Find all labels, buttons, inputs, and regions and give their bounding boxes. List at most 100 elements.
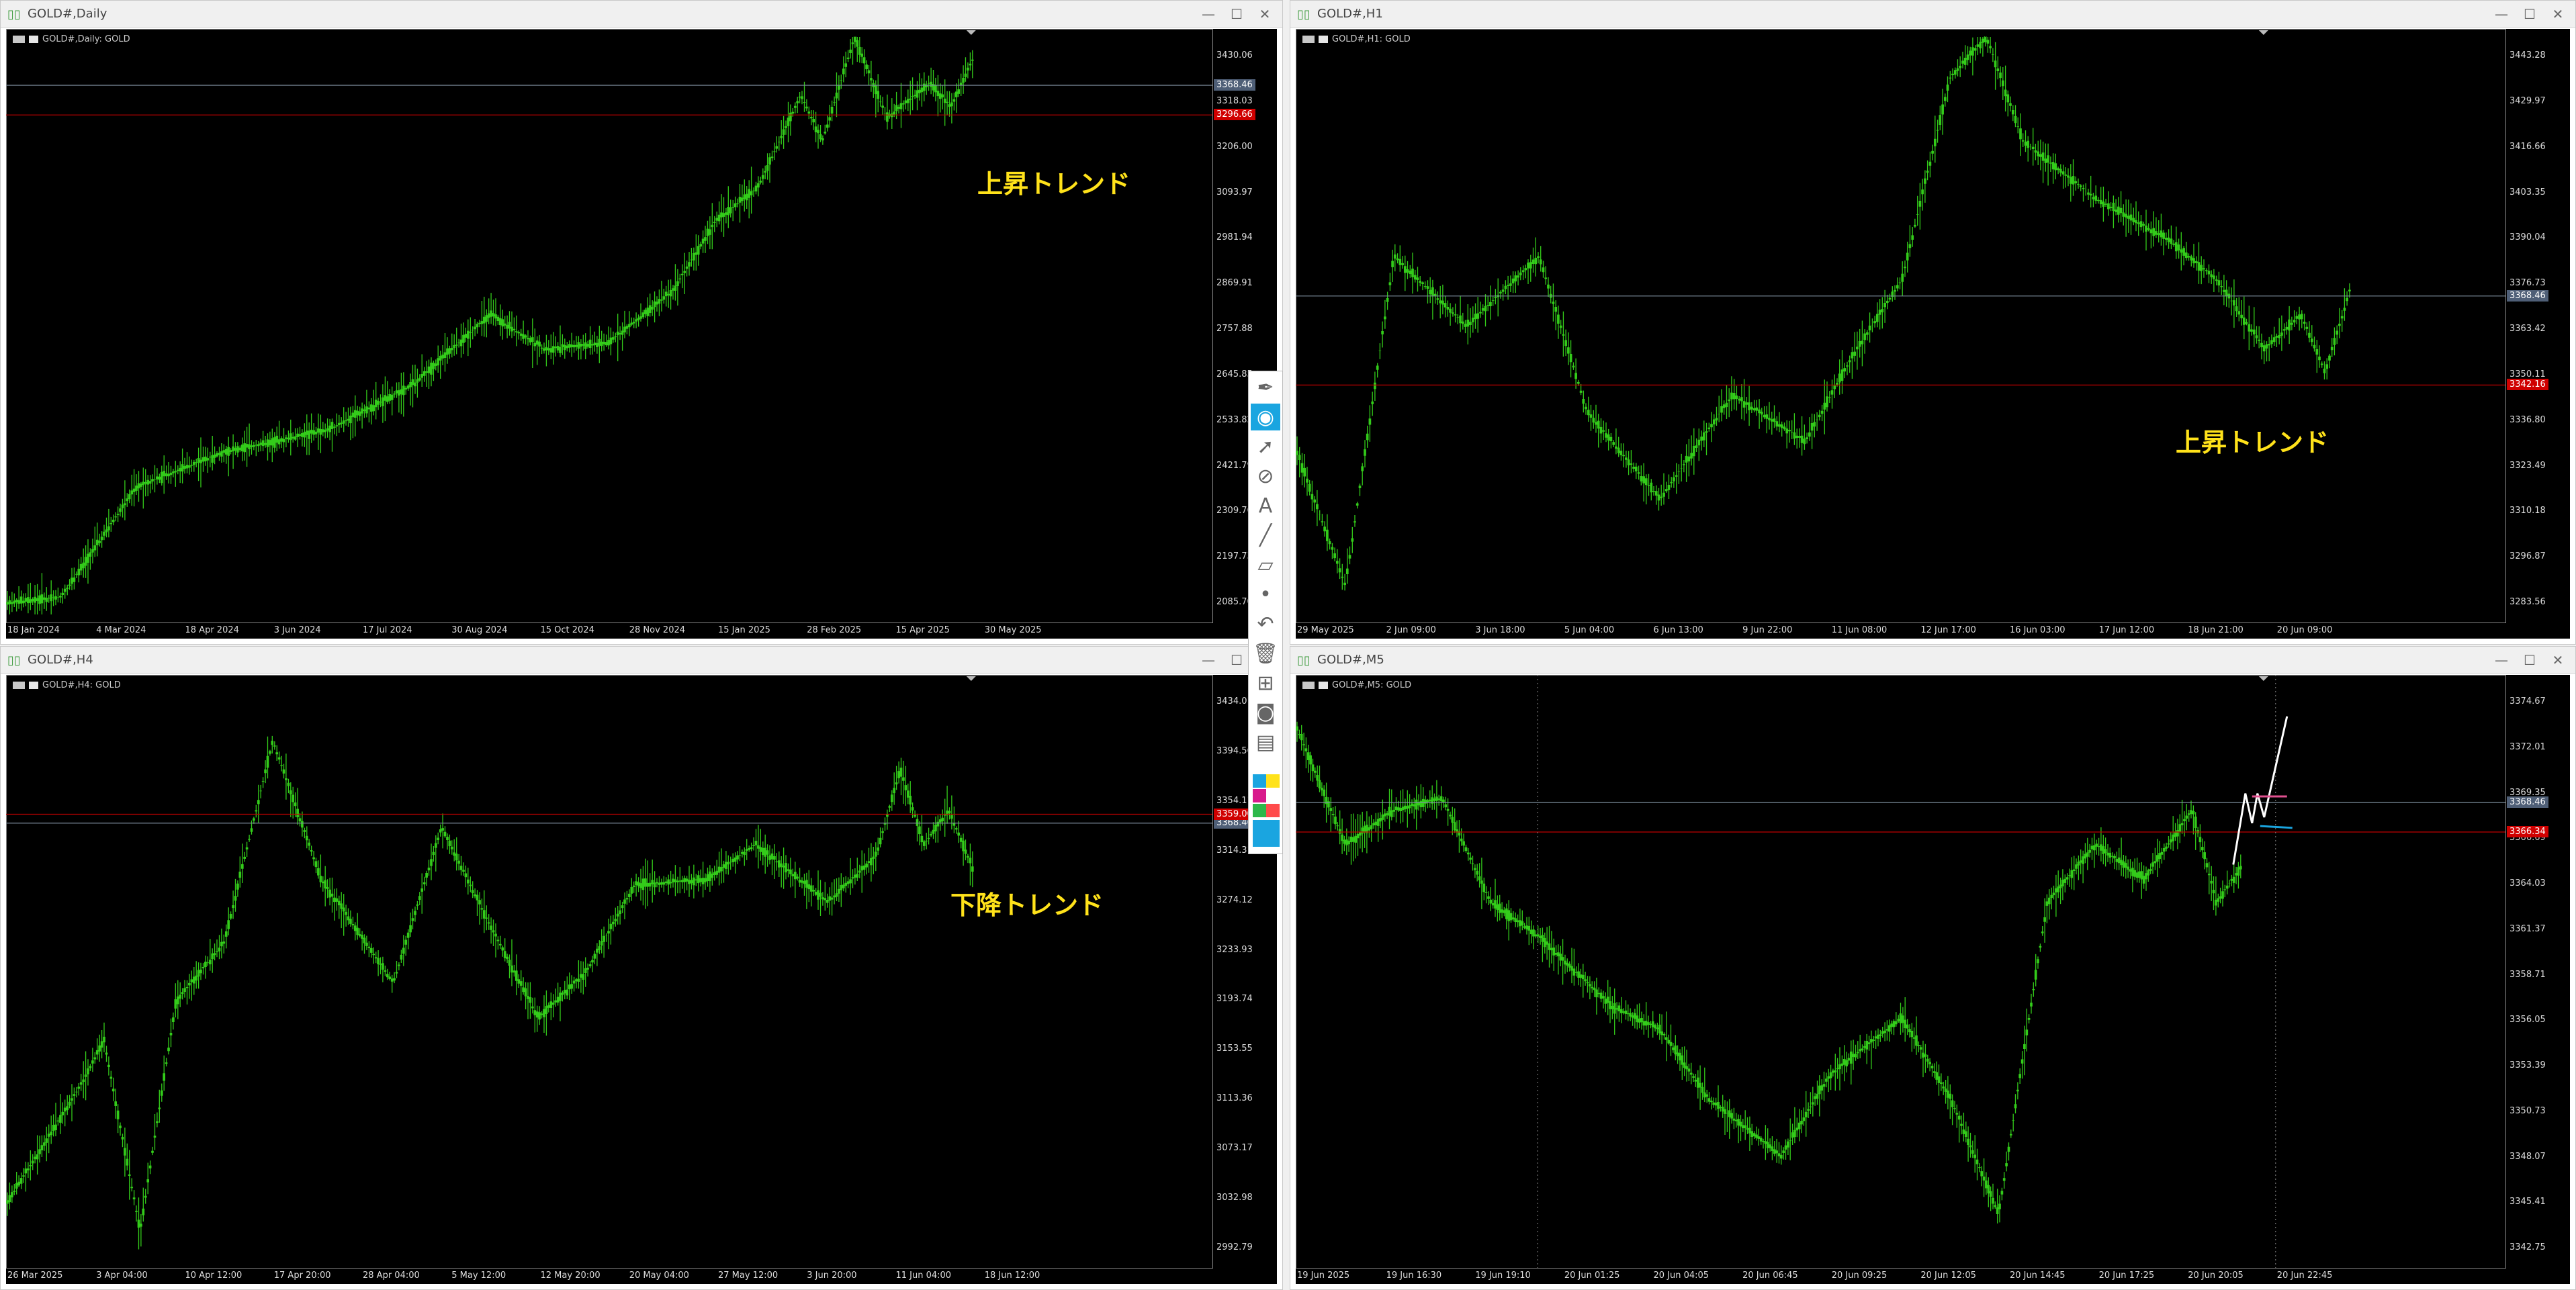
drawn-projection-line[interactable]: [2232, 716, 2289, 865]
eraser-icon[interactable]: ⊘: [1251, 463, 1280, 490]
color-swatch[interactable]: [1266, 774, 1280, 788]
trash-icon[interactable]: 🗑: [1251, 640, 1280, 667]
x-axis-tick-label: 11 Jun 08:00: [1831, 625, 1887, 635]
camera-icon[interactable]: ◙: [1251, 699, 1280, 726]
x-axis-tick-label: 20 Jun 06:45: [1742, 1271, 1798, 1281]
arrow-select-icon[interactable]: ➚: [1251, 433, 1280, 460]
drawn-blue-line[interactable]: [2260, 825, 2293, 829]
minimize-button[interactable]: —: [1195, 651, 1222, 670]
plot-border: [6, 675, 1213, 1269]
chart-shift-marker[interactable]: [966, 30, 976, 35]
window-title: GOLD#,M5: [1317, 653, 1384, 667]
indicator-icon: [29, 36, 38, 43]
chart-window-m5[interactable]: ▯▯ GOLD#,M5 — ☐ ✕ GOLD#,M5: GOLD 3374.67…: [1290, 646, 2576, 1290]
x-axis-tick-label: 16 Jun 03:00: [2009, 625, 2066, 635]
close-button[interactable]: ✕: [2544, 651, 2571, 670]
chart-window-icon: ▯▯: [7, 653, 21, 667]
color-swatch[interactable]: [1253, 774, 1266, 788]
eye-icon[interactable]: ◉: [1251, 404, 1280, 430]
candle-series: [1296, 36, 2351, 591]
y-axis-tick-label: 3374.67: [2510, 696, 2546, 706]
y-axis-tick-label: 3336.80: [2510, 414, 2546, 425]
y-axis-tick-label: 2421.79: [1216, 460, 1253, 471]
window-title: GOLD#,H1: [1317, 7, 1383, 21]
price-chart[interactable]: GOLD#,H1: GOLD 上昇トレンド 3443.28 3429.97 3416…: [1296, 29, 2570, 639]
close-button[interactable]: ✕: [1251, 5, 1278, 24]
maximize-button[interactable]: ☐: [2516, 5, 2543, 24]
color-swatch[interactable]: [1266, 804, 1280, 817]
maximize-button[interactable]: ☐: [1223, 5, 1250, 24]
chart-shift-marker[interactable]: [2258, 676, 2268, 681]
chart-window-h1[interactable]: ▯▯ GOLD#,H1 — ☐ ✕ GOLD#,H1: GOLD 上昇トレンド …: [1290, 0, 2576, 645]
clipboard-icon[interactable]: ▤: [1251, 729, 1280, 755]
window-titlebar[interactable]: ▯▯ GOLD#,M5 — ☐ ✕: [1290, 647, 2575, 674]
x-axis-tick-label: 20 Jun 22:45: [2276, 1271, 2333, 1281]
y-axis-tick-label: 3356.05: [2510, 1015, 2546, 1025]
level-price-badge: 3296.66: [1214, 109, 1255, 121]
dot-icon[interactable]: •: [1251, 581, 1280, 608]
pen-icon[interactable]: ✒: [1251, 374, 1280, 401]
x-axis-tick-label: 28 Apr 04:00: [363, 1271, 420, 1281]
chart-symbol-label: GOLD#,H1: GOLD: [1302, 34, 1411, 44]
chart-shift-marker[interactable]: [2258, 30, 2268, 35]
y-axis-tick-label: 3093.97: [1216, 187, 1253, 197]
stamp-icon[interactable]: ⊞: [1251, 670, 1280, 696]
color-swatch[interactable]: [1253, 789, 1266, 802]
line-icon[interactable]: ╱: [1251, 522, 1280, 549]
indicator-icon: [29, 682, 38, 689]
y-axis-tick-label: 3283.56: [2510, 597, 2546, 607]
y-axis-tick-label: 3358.71: [2510, 969, 2546, 980]
window-titlebar[interactable]: ▯▯ GOLD#,H1 — ☐ ✕: [1290, 1, 2575, 28]
y-axis-tick-label: 2981.94: [1216, 232, 1253, 243]
maximize-button[interactable]: ☐: [2516, 651, 2543, 670]
undo-icon[interactable]: ↶: [1251, 610, 1280, 637]
plot-border: [6, 29, 1213, 623]
minimize-button[interactable]: —: [1195, 5, 1222, 24]
chart-window-h4[interactable]: ▯▯ GOLD#,H4 — ☐ ✕ GOLD#,H4: GOLD 下降トレンド …: [0, 646, 1283, 1290]
maximize-button[interactable]: ☐: [1223, 651, 1250, 670]
close-button[interactable]: ✕: [2544, 5, 2571, 24]
y-axis-tick-label: 3206.00: [1216, 141, 1253, 152]
drawing-toolbar: ✒ ◉ ➚ ⊘ A ╱ ▱ • ↶ 🗑 ⊞ ◙ ▤: [1248, 371, 1283, 854]
y-axis-tick-label: 3032.98: [1216, 1193, 1253, 1203]
plot-border: [1296, 675, 2506, 1269]
x-axis-tick-label: 17 Jun 12:00: [2098, 625, 2155, 635]
x-axis-tick-label: 20 Jun 12:05: [1920, 1271, 1976, 1281]
x-axis-tick-label: 20 Jun 09:25: [1831, 1271, 1887, 1281]
x-axis-tick-label: 6 Jun 13:00: [1653, 625, 1703, 635]
candle-series: [6, 735, 974, 1250]
candle-series: [6, 36, 974, 614]
selected-color-swatch[interactable]: [1253, 820, 1280, 847]
minimize-button[interactable]: —: [2488, 651, 2515, 670]
y-axis-tick-label: 2757.88: [1216, 324, 1253, 334]
flag-icon: [13, 36, 25, 43]
x-axis-tick-label: 18 Jun 12:00: [984, 1271, 1040, 1281]
window-titlebar[interactable]: ▯▯ GOLD#,Daily — ☐ ✕: [1, 1, 1282, 28]
price-chart[interactable]: GOLD#,Daily: GOLD 上昇トレンド 3430.06 3318.03 3…: [6, 29, 1277, 639]
price-chart[interactable]: GOLD#,M5: GOLD 3374.67 3372.01 3369.35 3366…: [1296, 675, 2570, 1284]
x-axis-tick-label: 20 Jun 04:05: [1653, 1271, 1709, 1281]
color-swatch[interactable]: [1266, 789, 1280, 802]
y-axis-tick-label: 3342.75: [2510, 1242, 2546, 1252]
chart-window-icon: ▯▯: [1297, 653, 1311, 667]
x-axis-tick-label: 3 Jun 20:00: [807, 1271, 857, 1281]
x-axis-tick-label: 17 Apr 20:00: [273, 1271, 331, 1281]
x-axis-tick-label: 20 Jun 20:05: [2188, 1271, 2244, 1281]
color-swatch[interactable]: [1253, 804, 1266, 817]
price-chart[interactable]: GOLD#,H4: GOLD 下降トレンド 3434.01 3394.56 3354…: [6, 675, 1277, 1284]
x-axis-tick-label: 3 Jun 18:00: [1475, 625, 1525, 635]
chart-shift-marker[interactable]: [966, 676, 976, 681]
x-axis-tick-label: 19 Jun 19:10: [1475, 1271, 1531, 1281]
ruler-icon[interactable]: ▱: [1251, 551, 1280, 578]
y-axis-tick-label: 3296.87: [2510, 551, 2546, 562]
chart-window-daily[interactable]: ▯▯ GOLD#,Daily — ☐ ✕ GOLD#,Daily: GOLD 上…: [0, 0, 1283, 645]
candle-chart-svg: [1296, 29, 2506, 623]
y-axis-tick-label: 3361.37: [2510, 923, 2546, 934]
window-titlebar[interactable]: ▯▯ GOLD#,H4 — ☐ ✕: [1, 647, 1282, 674]
y-axis-tick-label: 3363.42: [2510, 324, 2546, 334]
text-icon[interactable]: A: [1251, 492, 1280, 519]
bid-price-badge: 3368.46: [1214, 79, 1255, 91]
window-title: GOLD#,H4: [28, 653, 93, 667]
minimize-button[interactable]: —: [2488, 5, 2515, 24]
x-axis-tick-label: 5 May 12:00: [451, 1271, 506, 1281]
